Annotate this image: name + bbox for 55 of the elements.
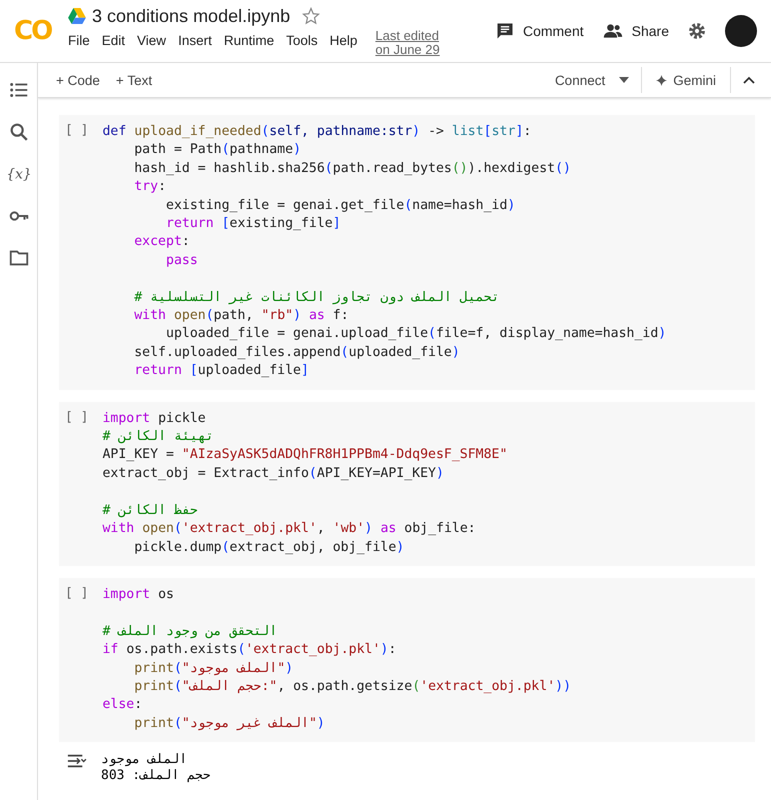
variables-icon[interactable]: {x}: [6, 163, 30, 185]
code-line: with open('extract_obj.pkl', 'wb') as obj_file:: [102, 520, 477, 538]
code-line: # تحميل الملف دون تجاوز الكائنات غير التسلسلية: [133, 288, 500, 307]
code-line: uploaded_file = genai.upload_file(file=f, display_name=hash_id): [165, 325, 666, 344]
settings-icon[interactable]: [687, 21, 707, 41]
search-icon[interactable]: [8, 121, 30, 143]
output-line: الملف موجود: [101, 752, 188, 768]
add-text-button[interactable]: + Text: [114, 72, 154, 88]
code-line: path = Path(pathname): [133, 141, 302, 160]
menu-item[interactable]: Help: [330, 32, 358, 48]
code-line: API_KEY = "AIzaSyASK5dADQhFR8H1PPBm4-Ddq9esF_SFM8E": [102, 446, 508, 464]
code-line: else:: [102, 696, 144, 714]
code-line: try:: [133, 178, 168, 196]
menu-item[interactable]: Runtime: [224, 32, 274, 48]
last-edited-link[interactable]: Last edited on June 29: [375, 28, 440, 56]
code-line: pass: [165, 252, 199, 270]
code-line: hash_id = hashlib.sha256(path.read_bytes()).hexdigest(): [133, 160, 572, 178]
code-line: # تهيئة الكائن: [102, 428, 215, 446]
menu-item[interactable]: Edit: [102, 32, 126, 48]
execution-count[interactable]: [ ]: [65, 586, 88, 734]
code-line: import pickle: [102, 410, 207, 428]
execution-count[interactable]: [ ]: [65, 410, 88, 557]
code-line: return [existing_file]: [165, 215, 342, 234]
output-icon[interactable]: [65, 752, 87, 770]
code-line: existing_file = genai.get_file(name=hash_id): [165, 196, 516, 215]
share-button[interactable]: Share: [602, 21, 669, 41]
collapse-icon[interactable]: [743, 76, 755, 84]
menu-item[interactable]: File: [68, 32, 90, 48]
code-line: return [uploaded_file]: [133, 362, 310, 380]
menu-item[interactable]: Tools: [286, 32, 318, 48]
code-line: def upload_if_needed(self, pathname:str) -> list[str]:: [102, 123, 532, 141]
gemini-button[interactable]: Gemini: [654, 72, 718, 88]
output-line: حجم الملف: 803: [101, 768, 211, 784]
code-line: extract_obj = Extract_info(API_KEY=API_KEY): [102, 464, 445, 483]
star-icon[interactable]: [302, 7, 320, 25]
comment-icon: [494, 21, 515, 41]
comment-button[interactable]: Comment: [494, 21, 584, 41]
code-line: # حفظ الكائن: [102, 502, 199, 520]
drive-icon: [68, 8, 86, 24]
code-line: pickle.dump(extract_obj, obj_file): [133, 538, 406, 556]
code-line: self.uploaded_files.append(uploaded_file): [133, 344, 461, 362]
code-line: if os.path.exists('extract_obj.pkl'):: [102, 641, 398, 660]
execution-count[interactable]: [ ]: [65, 123, 88, 381]
avatar[interactable]: [725, 15, 757, 47]
caret-icon[interactable]: [619, 77, 630, 83]
notebook-title[interactable]: 3 conditions model.ipynb: [92, 6, 290, 26]
code-line: # التحقق من وجود الملف: [102, 622, 278, 641]
sparkle-icon: [656, 74, 668, 86]
connect-button[interactable]: Connect: [552, 72, 608, 88]
code-line: except:: [133, 233, 191, 252]
menu-item[interactable]: View: [137, 32, 166, 48]
code-line: with open(path, "rb") as f:: [133, 307, 350, 326]
add-code-button[interactable]: + Code: [54, 72, 102, 88]
code-line: import os: [102, 586, 175, 604]
menu-item[interactable]: Insert: [178, 32, 212, 48]
